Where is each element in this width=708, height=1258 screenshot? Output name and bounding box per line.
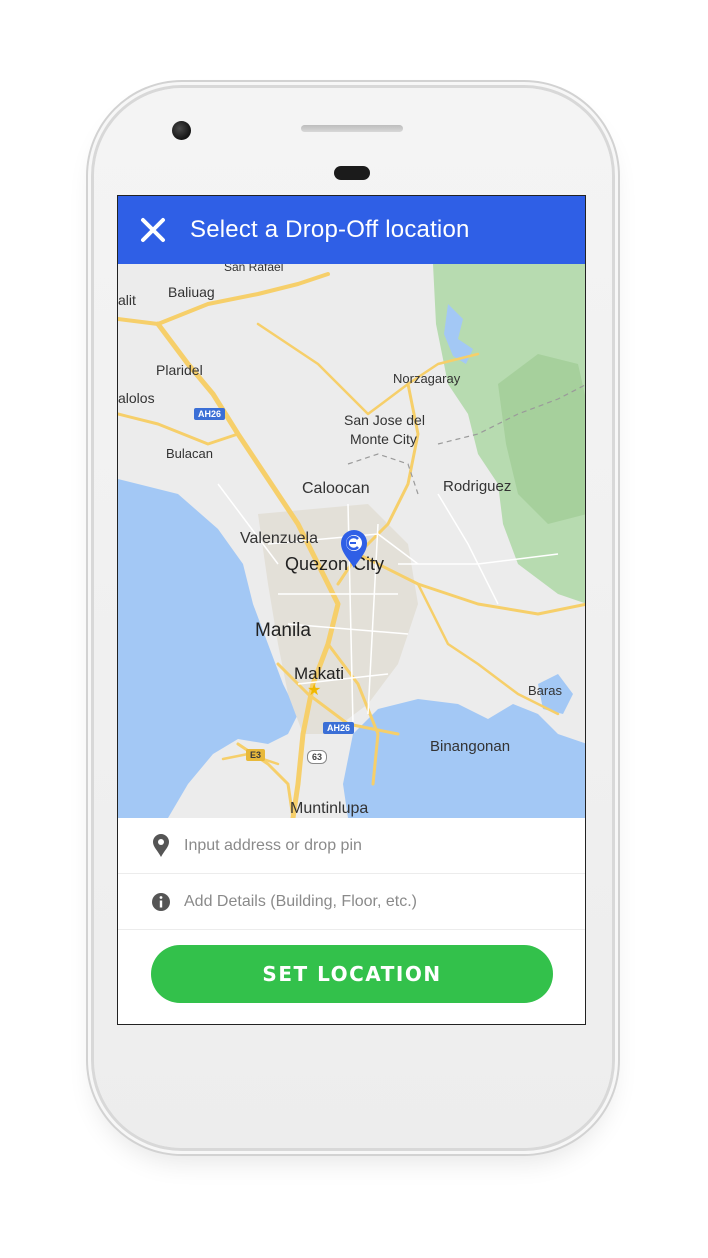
info-icon xyxy=(152,892,170,911)
address-row xyxy=(118,818,585,874)
map-label-caloocan: Caloocan xyxy=(302,480,370,497)
map-label-san-rafael: San Rafael xyxy=(224,264,284,274)
set-location-button[interactable]: SET LOCATION xyxy=(151,945,553,1003)
page-title: Select a Drop-Off location xyxy=(190,216,470,243)
front-camera xyxy=(172,121,191,140)
map-label-san-jose-2: Monte City xyxy=(350,431,417,447)
map-label-rodriguez: Rodriguez xyxy=(443,478,512,495)
map-label-baliuag: Baliuag xyxy=(168,284,215,300)
location-pin-icon xyxy=(153,833,169,857)
app-bar: Select a Drop-Off location xyxy=(118,196,585,264)
map-label-san-jose-1: San Jose del xyxy=(344,412,425,428)
details-row xyxy=(118,874,585,930)
address-input[interactable] xyxy=(184,836,544,855)
map-label-valenzuela: Valenzuela xyxy=(240,530,318,547)
details-input[interactable] xyxy=(184,892,544,911)
map-label-manila: Manila xyxy=(255,620,311,641)
map-label-binangonan: Binangonan xyxy=(430,738,511,755)
highway-shield-ah26-north: AH26 xyxy=(194,408,226,420)
road-shield-63: 63 xyxy=(307,750,328,764)
map-label-malolos: alolos xyxy=(118,390,155,406)
drop-pin-marker[interactable] xyxy=(339,529,369,569)
highway-shield-ah26-south: AH26 xyxy=(323,722,355,734)
highway-shield-e3: E3 xyxy=(246,749,266,761)
phone-screen: Select a Drop-Off location San Rafael Ba… xyxy=(117,195,586,1025)
map-label-plaridel: Plaridel xyxy=(156,362,203,378)
close-icon xyxy=(141,218,165,242)
map-pin-icon xyxy=(341,530,367,568)
map-label-malit: alit xyxy=(118,292,136,308)
landmark-star-icon: ★ xyxy=(307,680,322,699)
map-label-norzagaray: Norzagaray xyxy=(393,371,461,386)
proximity-sensor xyxy=(334,166,370,180)
earpiece-speaker xyxy=(301,125,403,132)
close-button[interactable] xyxy=(118,196,188,264)
map-label-bulacan: Bulacan xyxy=(166,446,213,461)
map-label-baras: Baras xyxy=(528,683,562,698)
map-view[interactable]: San Rafael Baliuag alit Plaridel alolos … xyxy=(118,264,585,818)
map-label-muntinlupa: Muntinlupa xyxy=(290,800,369,817)
map-label-quezon-city: Quezon City xyxy=(285,554,385,574)
